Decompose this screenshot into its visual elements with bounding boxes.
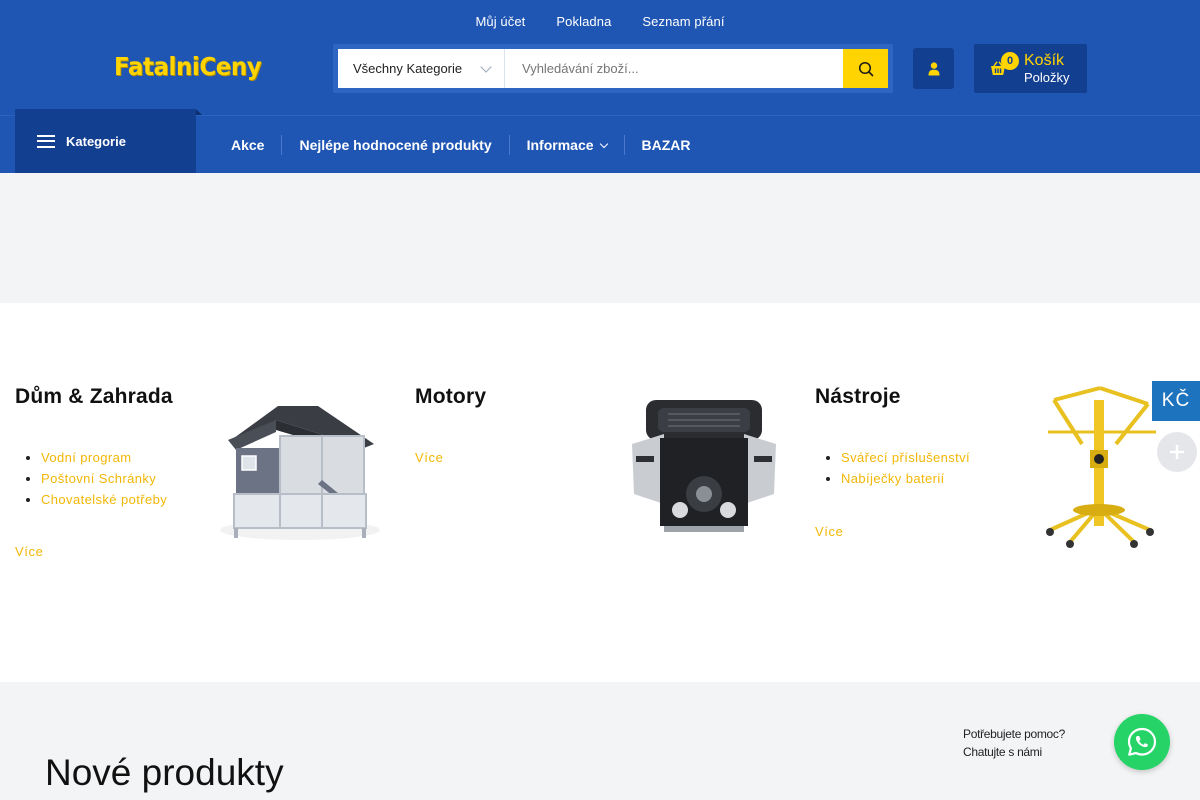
category-select[interactable]: Všechny Kategorie — [338, 49, 505, 88]
banner-placeholder — [0, 173, 1200, 303]
category-links: Svářecí příslušenství Nabíječky baterií — [815, 447, 970, 489]
category-more-link[interactable]: Více — [415, 450, 443, 465]
nav-item-label: Akce — [231, 137, 265, 153]
category-title: Motory — [415, 385, 487, 408]
cart-count-badge: 0 — [1001, 52, 1019, 70]
category-title: Dům & Zahrada — [15, 385, 173, 408]
category-links: Vodní program Poštovní Schránky Chovatel… — [15, 447, 167, 510]
chevron-down-icon — [599, 139, 608, 148]
nav-item-akce[interactable]: Akce — [214, 132, 281, 158]
whatsapp-icon — [1127, 727, 1157, 756]
category-more-link[interactable]: Více — [815, 524, 843, 539]
plus-icon — [1170, 445, 1184, 459]
nav-item-label: BAZAR — [641, 137, 691, 153]
category-select-value: Všechny Kategorie — [353, 61, 463, 76]
account-button[interactable] — [913, 48, 954, 89]
nav-item-label: Informace — [526, 137, 594, 153]
category-link[interactable]: Nabíječky baterií — [841, 468, 970, 489]
categories-menu-label: Kategorie — [66, 133, 126, 149]
engine-image[interactable] — [624, 394, 784, 536]
chicken-coop-image[interactable] — [214, 400, 386, 552]
category-link[interactable]: Poštovní Schránky — [41, 468, 167, 489]
nav-item-label: Nejlépe hodnocené produkty — [299, 137, 492, 153]
search-input[interactable] — [505, 49, 843, 88]
category-title: Nástroje — [815, 385, 901, 408]
search-bar: Všechny Kategorie — [333, 44, 893, 93]
category-link[interactable]: Svářecí příslušenství — [841, 447, 970, 468]
nav-item-bazar[interactable]: BAZAR — [625, 132, 708, 158]
search-icon — [858, 61, 873, 76]
site-logo[interactable]: FatalniCeny — [114, 52, 262, 81]
categories-menu-button[interactable]: Kategorie — [15, 109, 202, 173]
nav-item-top-rated[interactable]: Nejlépe hodnocené produkty — [282, 132, 508, 158]
top-links: Můj účet Pokladna Seznam přání — [0, 14, 1200, 29]
top-link-account[interactable]: Můj účet — [475, 14, 525, 29]
expand-button[interactable] — [1157, 432, 1197, 472]
category-more-link[interactable]: Více — [15, 544, 43, 559]
hamburger-icon — [37, 134, 55, 148]
user-icon — [928, 61, 939, 75]
whatsapp-chat-button[interactable] — [1114, 714, 1170, 770]
cart-button[interactable]: 0 Košík Položky — [974, 44, 1087, 93]
cart-subtitle: Položky — [1024, 70, 1070, 85]
top-link-checkout[interactable]: Pokladna — [556, 14, 611, 29]
cart-title: Košík — [1024, 52, 1065, 69]
main-menu: Akce Nejlépe hodnocené produkty Informac… — [214, 132, 708, 158]
category-link[interactable]: Chovatelské potřeby — [41, 489, 167, 510]
section-title: Nové produkty — [45, 752, 284, 793]
chat-help-line: Chatujte s námi — [963, 745, 1042, 759]
search-button[interactable] — [843, 49, 888, 88]
top-link-wishlist[interactable]: Seznam přání — [642, 14, 724, 29]
nav-item-informace[interactable]: Informace — [510, 132, 624, 158]
chevron-down-icon — [480, 61, 492, 73]
currency-switcher[interactable]: KČ — [1152, 381, 1200, 421]
category-link[interactable]: Vodní program — [41, 447, 167, 468]
chat-help-line: Potřebujete pomoc? — [963, 727, 1066, 741]
chat-help-text: Potřebujete pomoc? Chatujte s námi — [963, 725, 1065, 761]
